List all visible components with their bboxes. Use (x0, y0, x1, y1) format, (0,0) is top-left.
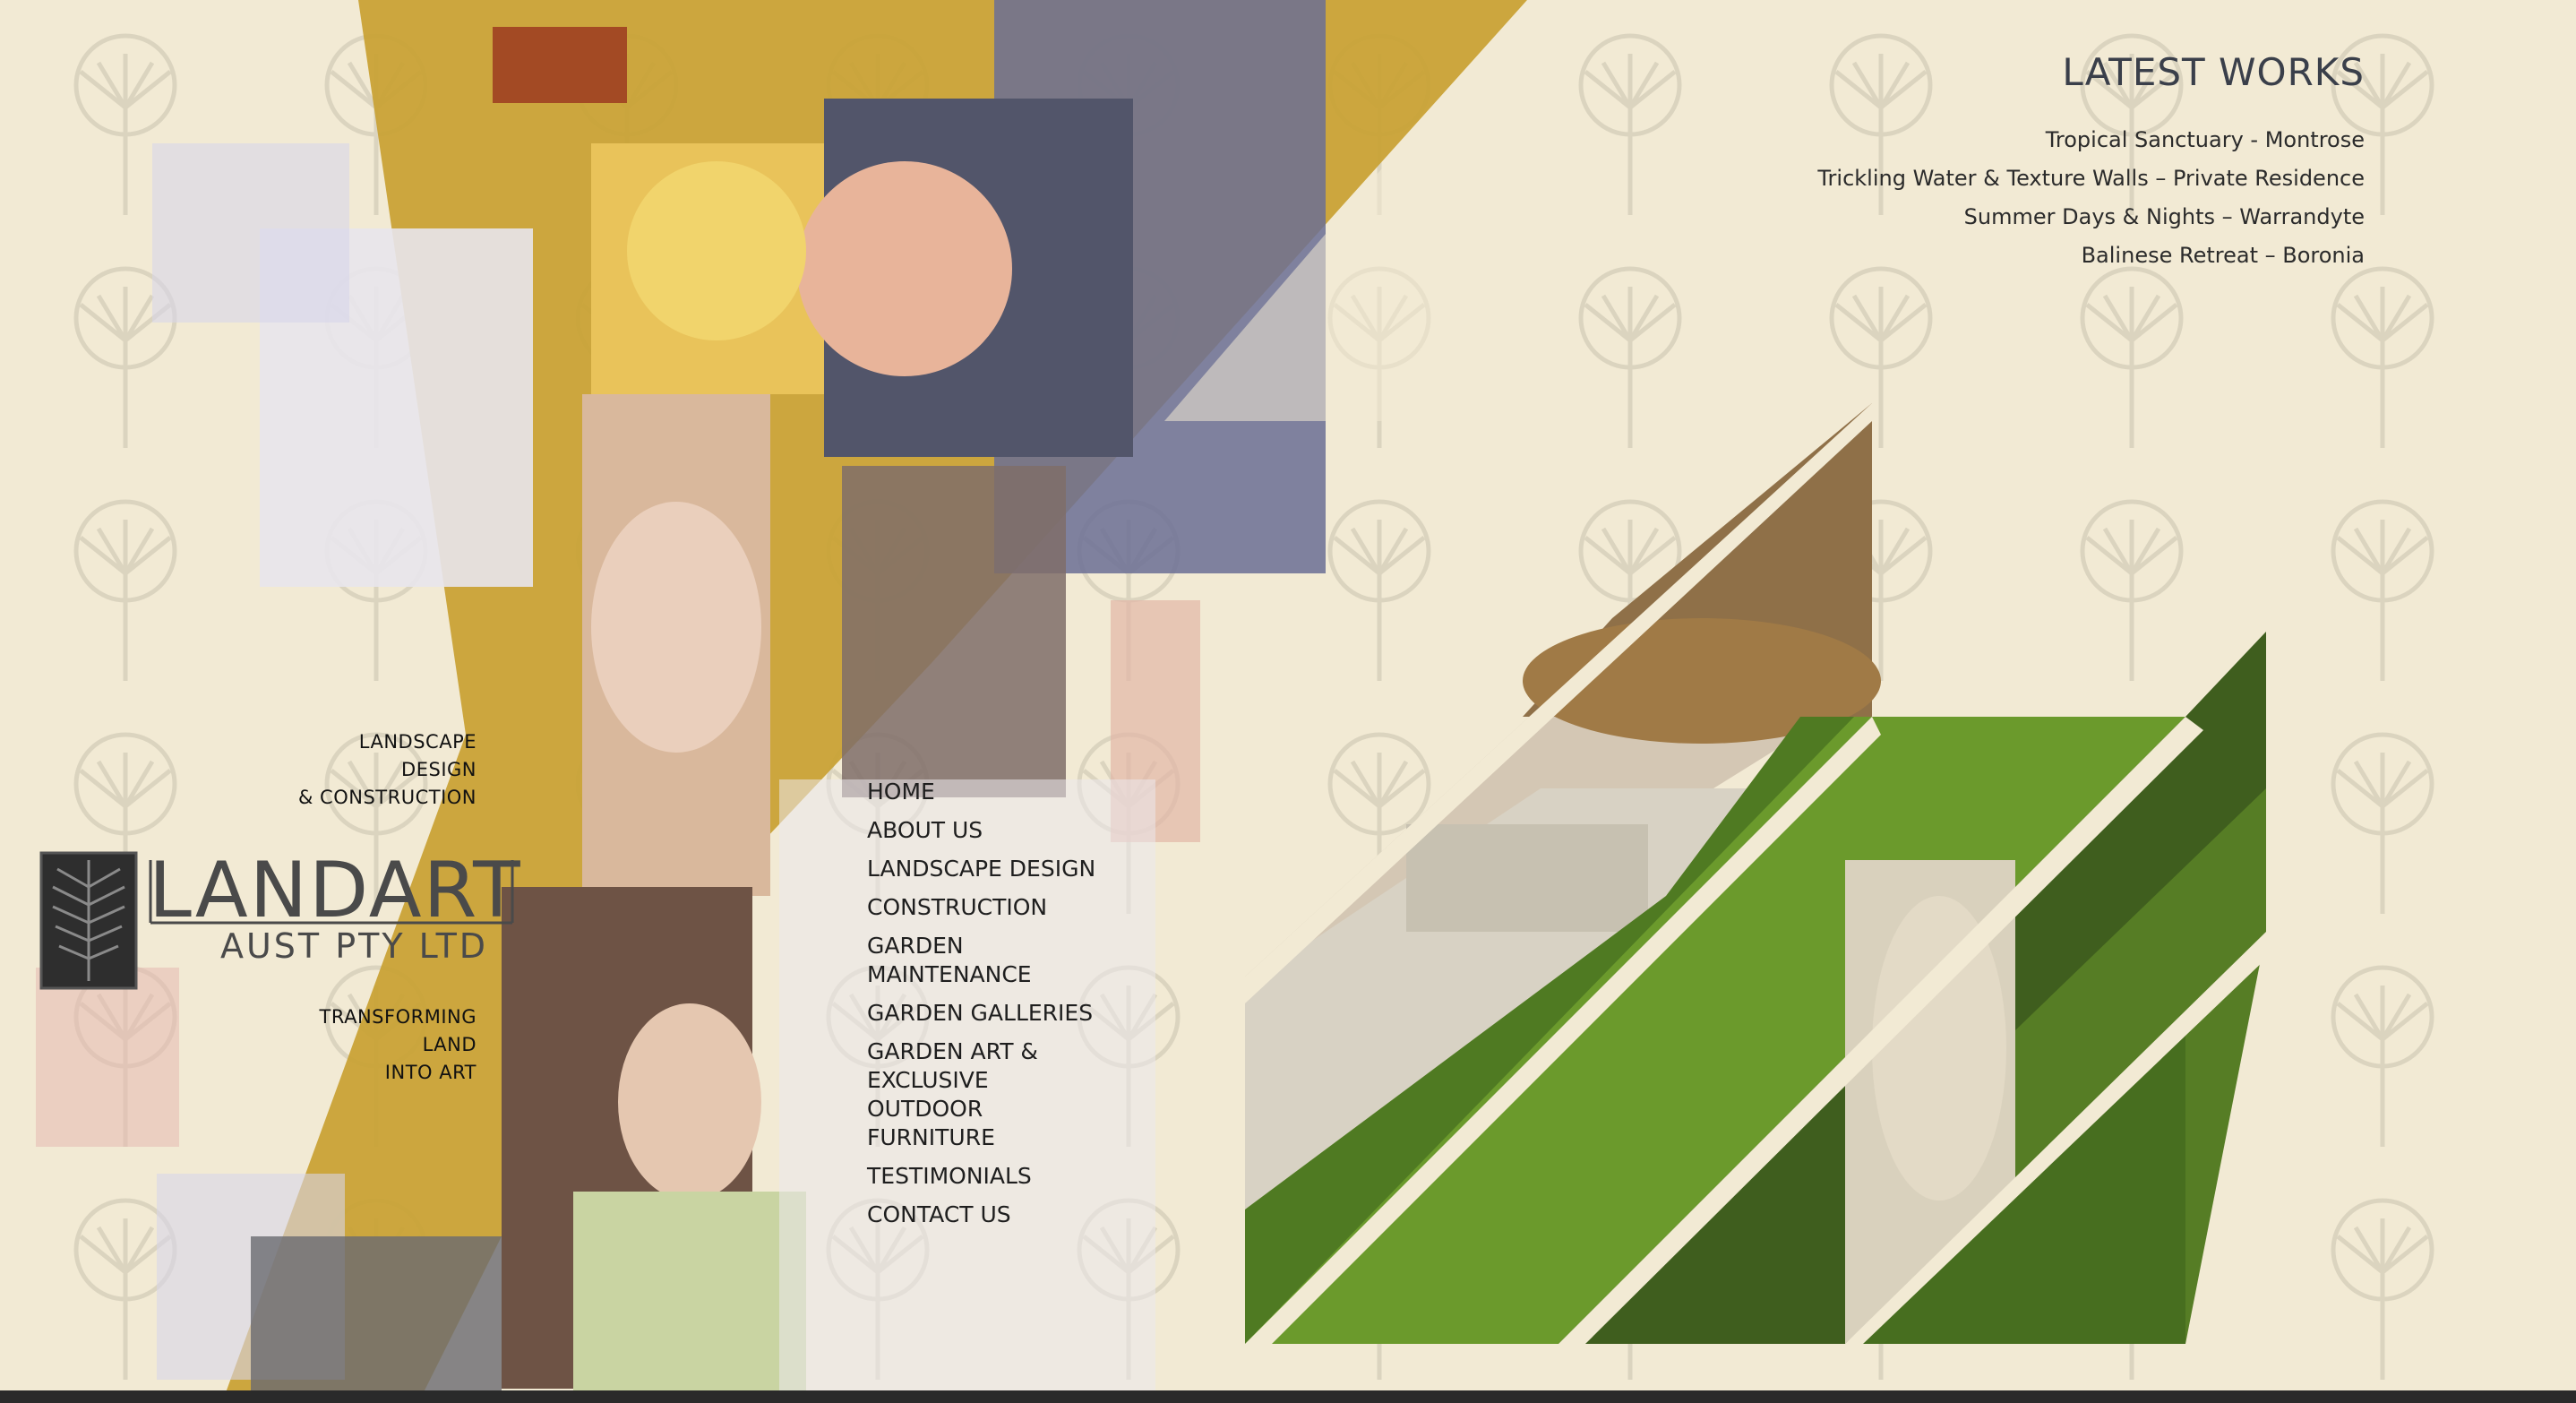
latest-works-list: Tropical Sanctuary - Montrose Trickling … (1817, 121, 2365, 275)
nav-garden-galleries[interactable]: GARDEN GALLERIES (867, 999, 1109, 1028)
latest-work-link[interactable]: Balinese Retreat – Boronia (1817, 237, 2365, 275)
tagline-line: TRANSFORMING (319, 1006, 477, 1028)
nav-testimonials[interactable]: TESTIMONIALS (867, 1162, 1109, 1191)
leaf-icon (39, 851, 138, 990)
latest-work-link[interactable]: Summer Days & Nights – Warrandyte (1817, 198, 2365, 237)
latest-works-section: LATEST WORKS Tropical Sanctuary - Montro… (1817, 50, 2365, 275)
company-logo[interactable]: LANDART AUST PTY LTD (39, 846, 520, 994)
nav-garden-maintenance[interactable]: GARDEN MAINTENANCE (867, 932, 1109, 989)
bottom-bar (0, 1390, 2576, 1403)
nav-about-us[interactable]: ABOUT US (867, 816, 1109, 845)
tagline-line: INTO ART (384, 1062, 477, 1083)
nav-garden-art[interactable]: GARDEN ART & EXCLUSIVE OUTDOOR FURNITURE (867, 1037, 1109, 1152)
latest-works-heading: LATEST WORKS (2062, 50, 2365, 94)
tagline-line: DESIGN (401, 759, 477, 780)
logo-name: LANDART (149, 846, 522, 935)
tagline-line: & CONSTRUCTION (298, 787, 477, 808)
nav-home[interactable]: HOME (867, 778, 1109, 806)
tagline-slogan: TRANSFORMING LAND INTO ART (269, 1003, 477, 1087)
tagline-services: LANDSCAPE DESIGN & CONSTRUCTION (269, 728, 477, 812)
latest-work-link[interactable]: Trickling Water & Texture Walls – Privat… (1817, 159, 2365, 198)
nav-landscape-design[interactable]: LANDSCAPE DESIGN (867, 855, 1109, 883)
latest-work-link[interactable]: Tropical Sanctuary - Montrose (1817, 121, 2365, 159)
nav-contact-us[interactable]: CONTACT US (867, 1201, 1109, 1229)
tagline-line: LAND (422, 1034, 477, 1055)
main-navigation: HOME ABOUT US LANDSCAPE DESIGN CONSTRUCT… (867, 778, 1109, 1239)
logo-subtitle: AUST PTY LTD (220, 926, 489, 966)
nav-construction[interactable]: CONSTRUCTION (867, 893, 1109, 922)
tagline-line: LANDSCAPE (358, 731, 477, 753)
